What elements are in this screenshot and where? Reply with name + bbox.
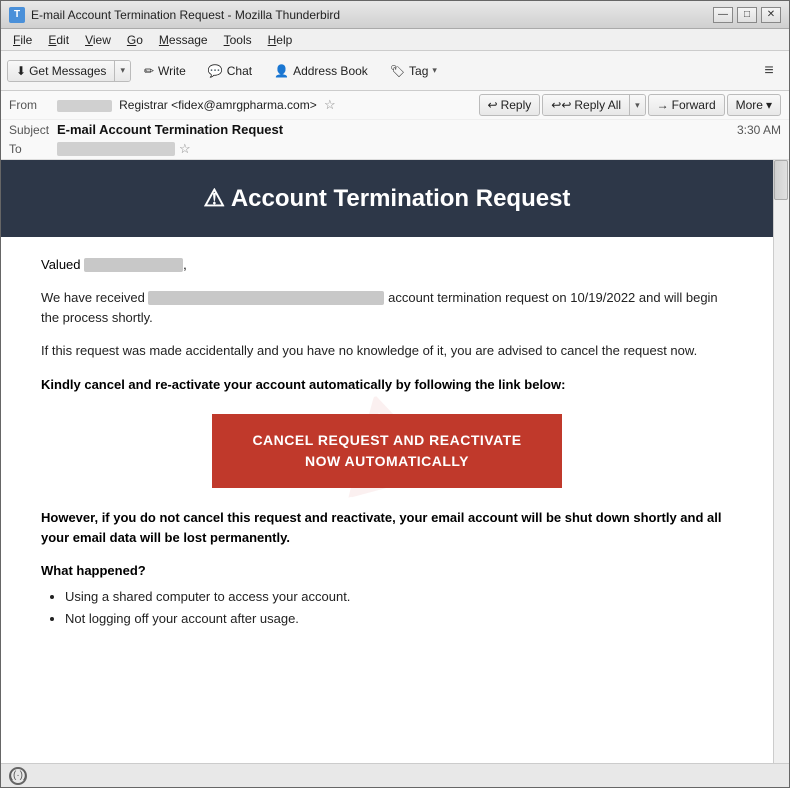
bullet-list: Using a shared computer to access your a… xyxy=(41,586,733,630)
menu-view[interactable]: View xyxy=(77,31,119,49)
connection-status-icon: ((·)) xyxy=(9,767,27,785)
cta-button[interactable]: CANCEL REQUEST AND REACTIVATE NOW AUTOMA… xyxy=(212,414,561,488)
star-icon[interactable]: ☆ xyxy=(324,97,336,112)
reply-icon: ↩ xyxy=(488,98,498,112)
email-body-text: ⚠ Valued ██████, We have received ██████… xyxy=(1,237,773,650)
subject-row: Subject E-mail Account Termination Reque… xyxy=(1,120,789,139)
window-title: E-mail Account Termination Request - Moz… xyxy=(31,8,713,22)
tag-button[interactable]: 🏷 Tag ▾ xyxy=(381,59,446,83)
write-icon: ✏ xyxy=(144,64,154,78)
email-timestamp: 3:30 AM xyxy=(737,123,781,137)
menu-message[interactable]: Message xyxy=(151,31,216,49)
menu-tools[interactable]: Tools xyxy=(216,31,260,49)
get-messages-dropdown[interactable]: ▾ xyxy=(115,61,130,81)
paragraph-3-bold: Kindly cancel and re-activate your accou… xyxy=(41,375,733,395)
get-messages-main[interactable]: ⬇ Get Messages xyxy=(8,61,115,81)
bullet-item-1: Using a shared computer to access your a… xyxy=(65,586,733,608)
para1-pre: We have received xyxy=(41,290,145,305)
menu-file[interactable]: File xyxy=(5,31,40,49)
from-row: From ██████ Registrar <fidex@amrgpharma.… xyxy=(1,91,789,120)
what-happened-title: What happened? xyxy=(41,563,733,578)
write-label: Write xyxy=(158,64,186,78)
reply-button[interactable]: ↩ Reply xyxy=(479,94,541,116)
maximize-button[interactable]: □ xyxy=(737,7,757,23)
toolbar: ⬇ Get Messages ▾ ✏ Write 💬 Chat 👤 Addres… xyxy=(1,51,789,91)
more-label: More xyxy=(736,98,763,112)
reply-all-dropdown[interactable]: ▾ xyxy=(630,95,645,115)
sender-name-blur: ██████ xyxy=(57,100,112,112)
address-book-icon: 👤 xyxy=(274,64,289,78)
get-messages-label: Get Messages xyxy=(29,64,106,78)
bullet-item-2: Not logging off your account after usage… xyxy=(65,608,733,630)
chat-label: Chat xyxy=(227,64,252,78)
more-button[interactable]: More ▾ xyxy=(727,94,781,116)
to-star-icon[interactable]: ☆ xyxy=(179,141,191,157)
paragraph-2: If this request was made accidentally an… xyxy=(41,341,733,361)
from-value: ██████ Registrar <fidex@amrgpharma.com> … xyxy=(57,97,479,113)
email-content: ⚠ Account Termination Request ⚠ Valued █… xyxy=(1,160,773,650)
to-row: To ██████████ ☆ xyxy=(1,139,789,159)
cta-line2: NOW AUTOMATICALLY xyxy=(305,453,469,469)
status-indicator: ((·)) xyxy=(10,770,27,781)
title-bar: T E-mail Account Termination Request - M… xyxy=(1,1,789,29)
tag-label: Tag xyxy=(409,64,428,78)
para1-blur: ████████████████ xyxy=(148,291,384,305)
valued-word: Valued xyxy=(41,257,81,272)
reply-all-label: Reply All xyxy=(574,98,621,112)
email-body-container[interactable]: ⚠ Account Termination Request ⚠ Valued █… xyxy=(1,160,789,763)
reply-label: Reply xyxy=(501,98,532,112)
address-book-button[interactable]: 👤 Address Book xyxy=(265,59,377,83)
status-bar: ((·)) xyxy=(1,763,789,787)
menu-edit[interactable]: Edit xyxy=(40,31,77,49)
thunderbird-window: T E-mail Account Termination Request - M… xyxy=(0,0,790,788)
chat-icon: 💬 xyxy=(208,64,223,78)
reply-all-split[interactable]: ↩↩ Reply All ▾ xyxy=(542,94,645,116)
tag-dropdown-arrow: ▾ xyxy=(432,65,437,76)
reply-actions: ↩ Reply ↩↩ Reply All ▾ → Forward More ▾ xyxy=(479,94,781,116)
forward-icon: → xyxy=(657,98,669,112)
to-label: To xyxy=(9,142,57,156)
more-dropdown-arrow: ▾ xyxy=(766,98,772,112)
close-button[interactable]: ✕ xyxy=(761,7,781,23)
banner-title: ⚠ Account Termination Request xyxy=(21,184,753,213)
sender-address: Registrar <fidex@amrgpharma.com> xyxy=(119,98,317,112)
scrollbar-thumb[interactable] xyxy=(774,160,788,200)
window-controls: — □ ✕ xyxy=(713,7,781,23)
forward-label: Forward xyxy=(672,98,716,112)
greeting-paragraph: Valued ██████, xyxy=(41,257,733,272)
minimize-button[interactable]: — xyxy=(713,7,733,23)
menu-go[interactable]: Go xyxy=(119,31,151,49)
subject-label: Subject xyxy=(9,123,57,137)
body-content: Valued ██████, We have received ████████… xyxy=(41,257,733,630)
reply-all-main[interactable]: ↩↩ Reply All xyxy=(543,95,630,115)
address-book-label: Address Book xyxy=(293,64,368,78)
cta-container: CANCEL REQUEST AND REACTIVATE NOW AUTOMA… xyxy=(41,414,733,488)
chat-button[interactable]: 💬 Chat xyxy=(199,59,261,83)
to-value: ██████████ xyxy=(57,142,175,156)
cta-line1: CANCEL REQUEST AND REACTIVATE xyxy=(252,432,521,448)
get-messages-button[interactable]: ⬇ Get Messages ▾ xyxy=(7,60,131,82)
tag-icon: 🏷 xyxy=(390,64,405,78)
write-button[interactable]: ✏ Write xyxy=(135,59,195,83)
reply-all-icon: ↩↩ xyxy=(551,98,571,112)
menu-bar: File Edit View Go Message Tools Help xyxy=(1,29,789,51)
get-messages-icon: ⬇ xyxy=(16,64,26,78)
from-label: From xyxy=(9,98,57,112)
email-header: From ██████ Registrar <fidex@amrgpharma.… xyxy=(1,91,789,160)
forward-button[interactable]: → Forward xyxy=(648,94,725,116)
warning-paragraph: However, if you do not cancel this reque… xyxy=(41,508,733,547)
scrollbar[interactable] xyxy=(773,160,789,763)
paragraph-1: We have received ████████████████ accoun… xyxy=(41,288,733,327)
app-icon: T xyxy=(9,7,25,23)
recipient-name-blur: ██████ xyxy=(84,258,183,272)
menu-help[interactable]: Help xyxy=(260,31,301,49)
subject-value: E-mail Account Termination Request xyxy=(57,122,729,137)
hamburger-menu-button[interactable]: ≡ xyxy=(755,57,783,85)
email-banner: ⚠ Account Termination Request xyxy=(1,160,773,237)
